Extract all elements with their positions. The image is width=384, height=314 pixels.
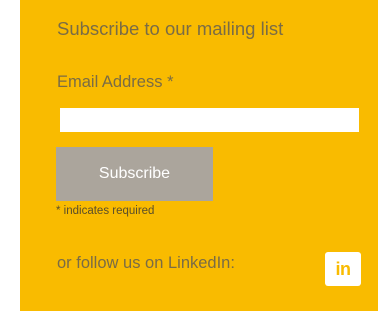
email-label: Email Address *: [57, 73, 173, 92]
required-note-text: indicates required: [60, 205, 155, 217]
email-label-text: Email Address: [57, 73, 163, 91]
form-heading: Subscribe to our mailing list: [57, 18, 284, 39]
linkedin-icon: in: [335, 259, 352, 279]
email-input[interactable]: [60, 108, 359, 132]
required-asterisk: *: [167, 73, 174, 91]
follow-linkedin-text: or follow us on LinkedIn:: [57, 254, 235, 272]
subscribe-button[interactable]: Subscribe: [56, 147, 213, 201]
linkedin-button[interactable]: in: [325, 252, 361, 286]
required-note: * indicates required: [56, 205, 154, 217]
mailing-list-panel: Subscribe to our mailing list Email Addr…: [20, 0, 378, 311]
